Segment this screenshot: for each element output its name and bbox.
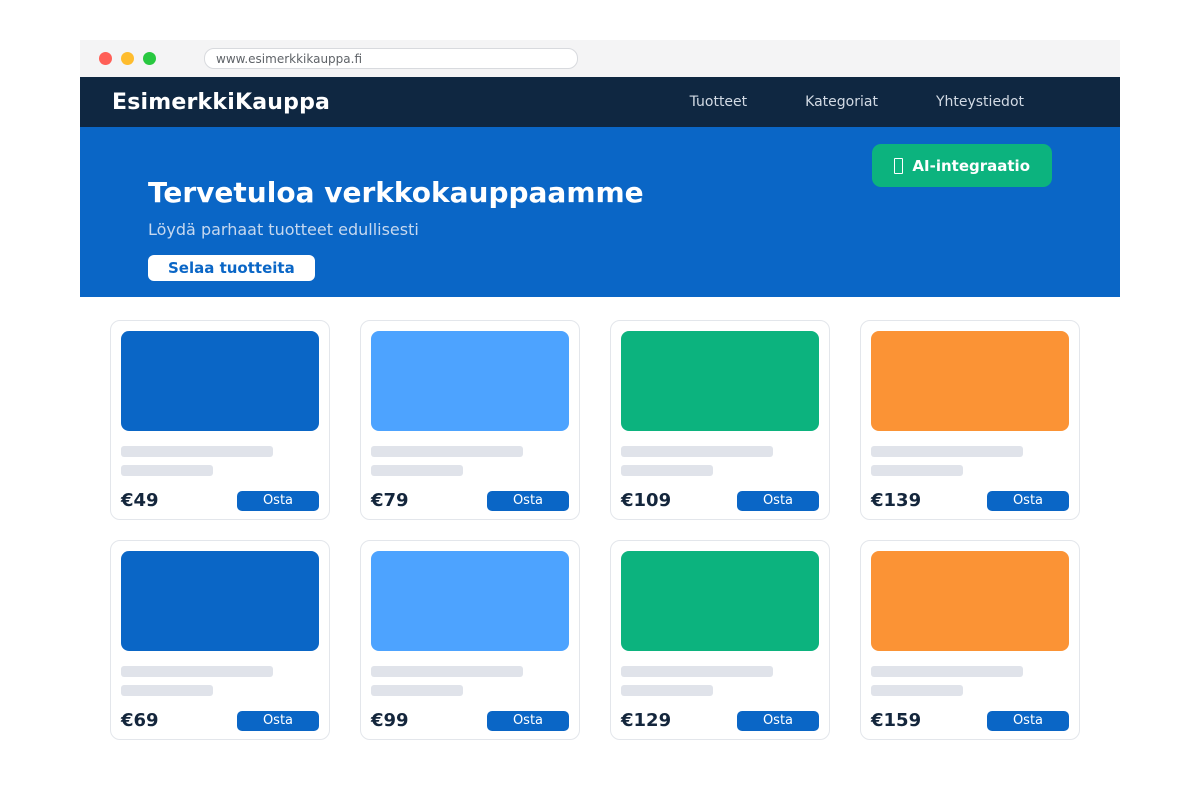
address-bar-input[interactable] [204, 48, 578, 69]
product-title-placeholder [621, 446, 773, 457]
product-subtitle-placeholder [621, 465, 713, 476]
product-image-placeholder [621, 331, 819, 431]
page-content: €49 Osta €79 Osta €109 Osta €139 Osta [80, 297, 1120, 780]
product-subtitle-placeholder [371, 685, 463, 696]
product-image-placeholder [121, 331, 319, 431]
hero-subtitle: Löydä parhaat tuotteet edullisesti [148, 220, 1052, 239]
price-row: €79 Osta [371, 490, 569, 511]
price-row: €159 Osta [871, 710, 1069, 731]
product-image-placeholder [871, 331, 1069, 431]
buy-button[interactable]: Osta [987, 711, 1069, 731]
product-title-placeholder [371, 446, 523, 457]
price-row: €99 Osta [371, 710, 569, 731]
product-price: €99 [371, 710, 409, 731]
product-card: €159 Osta [860, 540, 1080, 740]
buy-button[interactable]: Osta [737, 711, 819, 731]
buy-button[interactable]: Osta [237, 491, 319, 511]
product-title-placeholder [871, 666, 1023, 677]
ai-integration-badge-label: AI-integraatio [912, 157, 1030, 175]
buy-button[interactable]: Osta [487, 711, 569, 731]
product-card: €139 Osta [860, 320, 1080, 520]
product-title-placeholder [871, 446, 1023, 457]
price-row: €139 Osta [871, 490, 1069, 511]
product-subtitle-placeholder [871, 465, 963, 476]
product-card: €109 Osta [610, 320, 830, 520]
product-subtitle-placeholder [871, 685, 963, 696]
product-title-placeholder [621, 666, 773, 677]
product-price: €109 [621, 490, 671, 511]
price-row: €129 Osta [621, 710, 819, 731]
site-logo: EsimerkkiKauppa [112, 90, 330, 115]
product-title-placeholder [121, 666, 273, 677]
product-card: €99 Osta [360, 540, 580, 740]
nav-item-yhteystiedot[interactable]: Yhteystiedot [936, 94, 1024, 110]
product-image-placeholder [371, 331, 569, 431]
product-image-placeholder [621, 551, 819, 651]
nav-item-tuotteet[interactable]: Tuotteet [690, 94, 748, 110]
buy-button[interactable]: Osta [487, 491, 569, 511]
site-header: EsimerkkiKauppa Tuotteet Kategoriat Yhte… [80, 77, 1120, 127]
ai-integration-badge[interactable]: AI-integraatio [872, 144, 1052, 187]
browse-products-button[interactable]: Selaa tuotteita [148, 255, 315, 281]
product-subtitle-placeholder [121, 685, 213, 696]
product-price: €49 [121, 490, 159, 511]
buy-button[interactable]: Osta [737, 491, 819, 511]
price-row: €49 Osta [121, 490, 319, 511]
browser-chrome-bar [80, 40, 1120, 77]
price-row: €69 Osta [121, 710, 319, 731]
hero-section: Tervetuloa verkkokauppaamme Löydä parhaa… [80, 127, 1120, 297]
product-title-placeholder [121, 446, 273, 457]
product-card: €69 Osta [110, 540, 330, 740]
product-title-placeholder [371, 666, 523, 677]
product-price: €129 [621, 710, 671, 731]
product-price: €69 [121, 710, 159, 731]
product-image-placeholder [871, 551, 1069, 651]
product-image-placeholder [371, 551, 569, 651]
nav-item-kategoriat[interactable]: Kategoriat [805, 94, 878, 110]
maximize-window-icon[interactable] [143, 52, 156, 65]
product-grid: €49 Osta €79 Osta €109 Osta €139 Osta [110, 320, 1090, 740]
minimize-window-icon[interactable] [121, 52, 134, 65]
product-card: €79 Osta [360, 320, 580, 520]
main-nav: Tuotteet Kategoriat Yhteystiedot [690, 94, 1024, 110]
buy-button[interactable]: Osta [237, 711, 319, 731]
product-subtitle-placeholder [121, 465, 213, 476]
product-subtitle-placeholder [371, 465, 463, 476]
browser-window: EsimerkkiKauppa Tuotteet Kategoriat Yhte… [80, 40, 1120, 780]
product-price: €139 [871, 490, 921, 511]
product-price: €79 [371, 490, 409, 511]
product-subtitle-placeholder [621, 685, 713, 696]
price-row: €109 Osta [621, 490, 819, 511]
product-price: €159 [871, 710, 921, 731]
close-window-icon[interactable] [99, 52, 112, 65]
product-card: €49 Osta [110, 320, 330, 520]
missing-glyph-icon [894, 158, 903, 174]
product-card: €129 Osta [610, 540, 830, 740]
product-image-placeholder [121, 551, 319, 651]
buy-button[interactable]: Osta [987, 491, 1069, 511]
